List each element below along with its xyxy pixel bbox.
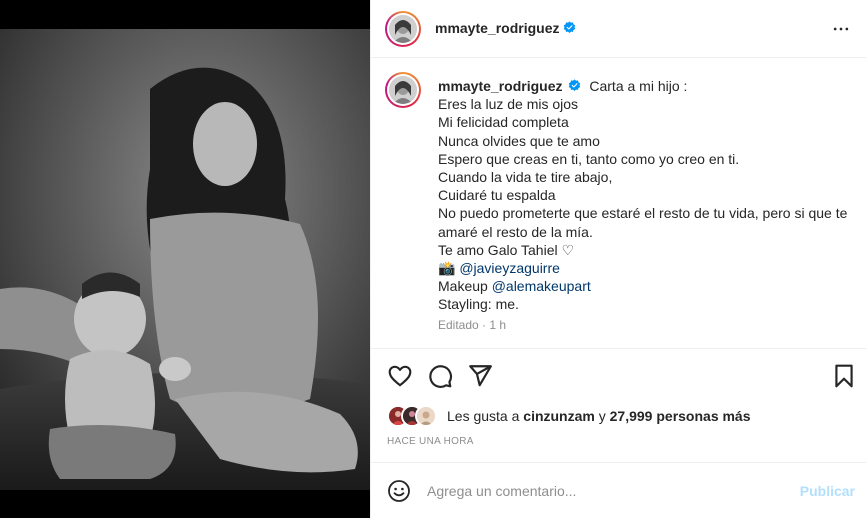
caption-line: Nunca olvides que te amo <box>438 132 600 149</box>
makeup-label: Makeup <box>438 278 488 295</box>
caption-first-line: Carta a mi hijo : <box>589 78 688 94</box>
author-avatar[interactable] <box>385 11 421 47</box>
likes-connector: y <box>598 408 606 424</box>
likes-text: Les gusta a cinzunzam y 27,999 personas … <box>447 408 751 424</box>
post-caption: mmayte_rodriguez Carta a mi hijo : Eres … <box>371 58 866 348</box>
caption-author-avatar[interactable] <box>385 72 421 108</box>
post-side-panel: mmayte_rodriguez mmayte_rodriguez Carta … <box>370 0 866 518</box>
send-icon[interactable] <box>467 363 493 389</box>
emoji-icon[interactable] <box>387 479 411 503</box>
caption-line: Mi felicidad completa <box>438 114 569 131</box>
first-liker-username[interactable]: cinzunzam <box>523 408 595 424</box>
caption-line: Te amo Galo Tahiel ♡ <box>438 241 575 258</box>
post-actions <box>371 348 866 402</box>
bookmark-icon[interactable] <box>831 363 857 389</box>
post-timestamp[interactable]: HACE UNA HORA <box>387 436 474 447</box>
caption-author-username[interactable]: mmayte_rodriguez <box>438 78 562 94</box>
post-media <box>0 0 370 518</box>
verified-badge-icon <box>569 79 581 91</box>
verified-badge-icon <box>564 21 576 33</box>
publish-button[interactable]: Publicar <box>800 483 855 499</box>
author-username-text[interactable]: mmayte_rodriguez <box>435 20 559 36</box>
styling-line: Stayling: me. <box>438 296 519 313</box>
caption-line: Cuando la vida te tire abajo, <box>438 169 613 186</box>
comment-icon[interactable] <box>427 363 453 389</box>
heart-icon[interactable] <box>387 363 413 389</box>
likes-prefix: Les gusta a <box>447 408 520 424</box>
likes-others-link[interactable]: 27,999 personas más <box>610 408 751 424</box>
post-header: mmayte_rodriguez <box>371 0 866 58</box>
makeup-mention[interactable]: @alemakeupart <box>492 278 591 294</box>
caption-line: No puedo prometerte que estaré el resto … <box>438 205 848 240</box>
photo-credit-mention[interactable]: @javieyzaguirre <box>459 260 560 276</box>
camera-icon: 📸 <box>438 260 456 277</box>
liker-avatar[interactable] <box>415 405 437 427</box>
comment-input[interactable] <box>427 481 787 501</box>
post-photo[interactable] <box>0 29 370 490</box>
caption-line: Espero que creas en ti, tanto como yo cr… <box>438 150 740 167</box>
caption-line: Cuidaré tu espalda <box>438 187 556 204</box>
edited-meta: Editado · 1 h <box>438 318 507 332</box>
likes-summary: Les gusta a cinzunzam y 27,999 personas … <box>387 405 857 427</box>
author-username[interactable]: mmayte_rodriguez <box>435 20 576 36</box>
comment-box: Publicar <box>371 462 866 518</box>
caption-line: Eres la luz de mis ojos <box>438 96 579 113</box>
more-options-icon[interactable] <box>831 19 851 39</box>
caption-text: mmayte_rodriguez Carta a mi hijo : Eres … <box>438 77 854 314</box>
